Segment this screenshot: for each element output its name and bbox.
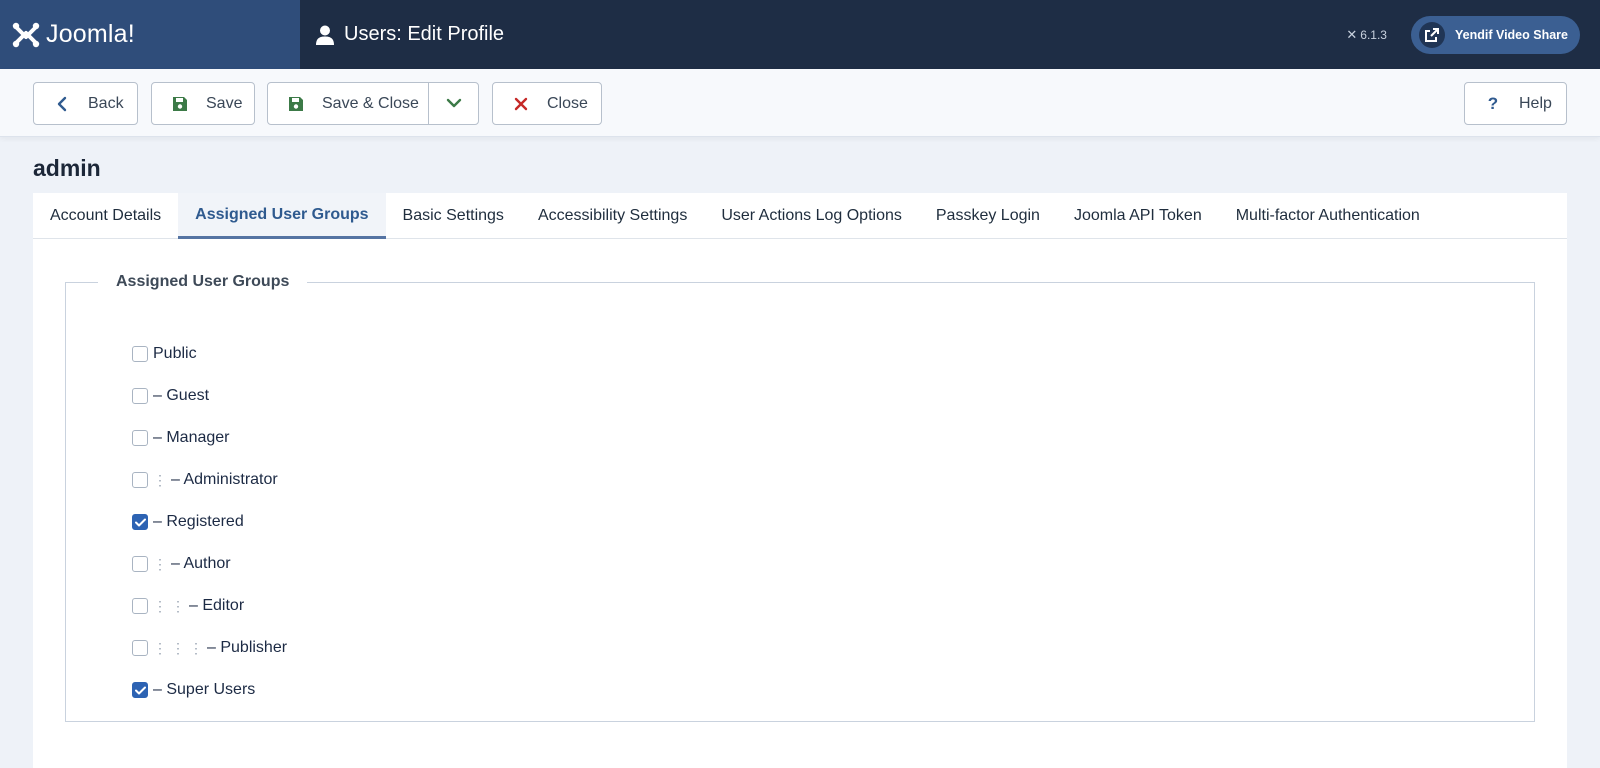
back-button[interactable]: Back — [33, 82, 138, 125]
group-publisher: ⋮ ⋮ ⋮ – Publisher — [132, 627, 287, 669]
floppy-icon — [170, 96, 190, 112]
group-checkbox[interactable] — [132, 640, 148, 656]
save-button[interactable]: Save — [151, 82, 255, 125]
joomla-logo-icon — [12, 22, 40, 47]
group-registered: – Registered — [132, 501, 287, 543]
user-icon — [316, 25, 334, 45]
group-checkbox[interactable] — [132, 682, 148, 698]
group-manager: – Manager — [132, 417, 287, 459]
tab-basic-settings[interactable]: Basic Settings — [386, 193, 521, 239]
close-button[interactable]: Close — [492, 82, 602, 125]
tab-accessibility-settings[interactable]: Accessibility Settings — [521, 193, 704, 239]
group-checkbox[interactable] — [132, 472, 148, 488]
page-title-text: Users: Edit Profile — [344, 23, 505, 45]
group-editor: ⋮ ⋮ – Editor — [132, 585, 287, 627]
save-label: Save — [206, 94, 243, 112]
joomla-small-icon: ✕ — [1346, 26, 1358, 42]
group-label: – Author — [171, 555, 231, 572]
tab-joomla-api-token[interactable]: Joomla API Token — [1057, 193, 1219, 239]
group-label: – Manager — [153, 429, 230, 446]
save-options-dropdown[interactable] — [428, 82, 479, 125]
group-label: Public — [153, 345, 197, 362]
group-public: Public — [132, 333, 287, 375]
check-icon — [134, 518, 146, 526]
indent-marker: ⋮ — [153, 471, 167, 488]
group-checkbox[interactable] — [132, 514, 148, 530]
indent-marker: ⋮ — [171, 597, 185, 614]
chevron-left-icon — [52, 96, 72, 112]
group-administrator: ⋮ – Administrator — [132, 459, 287, 501]
group-label: – Administrator — [171, 471, 278, 488]
group-label: – Guest — [153, 387, 210, 404]
user-group-list: Public – Guest – Manager ⋮ – Administrat… — [132, 333, 287, 711]
page-title: Users: Edit Profile — [316, 23, 504, 46]
indent-marker: ⋮ — [153, 555, 167, 572]
top-header: Joomla! Users: Edit Profile ✕ 6.1.3 Yend… — [0, 0, 1600, 69]
back-label: Back — [88, 94, 124, 112]
group-checkbox[interactable] — [132, 430, 148, 446]
group-label: – Editor — [189, 597, 245, 614]
tab-user-actions-log-options[interactable]: User Actions Log Options — [704, 193, 919, 239]
help-label: Help — [1519, 94, 1552, 112]
group-guest: – Guest — [132, 375, 287, 417]
indent-marker: ⋮ — [171, 639, 185, 656]
group-label: – Super Users — [153, 681, 256, 698]
group-checkbox[interactable] — [132, 388, 148, 404]
logo[interactable]: Joomla! — [0, 0, 300, 69]
version-number: 6.1.3 — [1360, 27, 1387, 42]
chevron-down-icon — [446, 95, 462, 113]
group-label: – Registered — [153, 513, 244, 530]
group-super-users: – Super Users — [132, 669, 287, 711]
version-info: ✕ 6.1.3 — [1346, 27, 1387, 43]
indent-marker: ⋮ — [153, 597, 167, 614]
tab-multi-factor-authentication[interactable]: Multi-factor Authentication — [1219, 193, 1437, 239]
close-label: Close — [547, 94, 588, 112]
user-groups-fieldset: Assigned User Groups Public – Guest – Ma… — [65, 273, 1535, 722]
floppy-icon — [286, 96, 306, 112]
edit-panel: Account Details Assigned User Groups Bas… — [33, 193, 1567, 768]
record-title: admin — [33, 155, 101, 181]
indent-marker: ⋮ — [153, 639, 167, 656]
question-icon: ? — [1487, 93, 1499, 113]
indent-marker: ⋮ — [189, 639, 203, 656]
check-icon — [134, 686, 146, 694]
external-link-icon — [1418, 21, 1445, 48]
view-site-button[interactable]: Yendif Video Share — [1410, 15, 1580, 54]
toolbar: Back Save Save & Close Close ? Help — [0, 69, 1600, 137]
x-icon — [511, 97, 531, 111]
brand-name: Joomla! — [46, 20, 135, 48]
group-checkbox[interactable] — [132, 556, 148, 572]
site-name: Yendif Video Share — [1454, 27, 1568, 42]
save-close-button[interactable]: Save & Close — [267, 82, 429, 125]
tab-assigned-user-groups[interactable]: Assigned User Groups — [178, 193, 386, 239]
group-label: – Publisher — [207, 639, 288, 656]
save-close-label: Save & Close — [322, 94, 419, 112]
group-checkbox[interactable] — [132, 346, 148, 362]
tab-account-details[interactable]: Account Details — [33, 193, 178, 239]
tab-bar: Account Details Assigned User Groups Bas… — [33, 193, 1567, 239]
group-author: ⋮ – Author — [132, 543, 287, 585]
tab-passkey-login[interactable]: Passkey Login — [919, 193, 1057, 239]
group-checkbox[interactable] — [132, 598, 148, 614]
help-button[interactable]: ? Help — [1464, 82, 1567, 125]
fieldset-legend: Assigned User Groups — [98, 273, 308, 291]
